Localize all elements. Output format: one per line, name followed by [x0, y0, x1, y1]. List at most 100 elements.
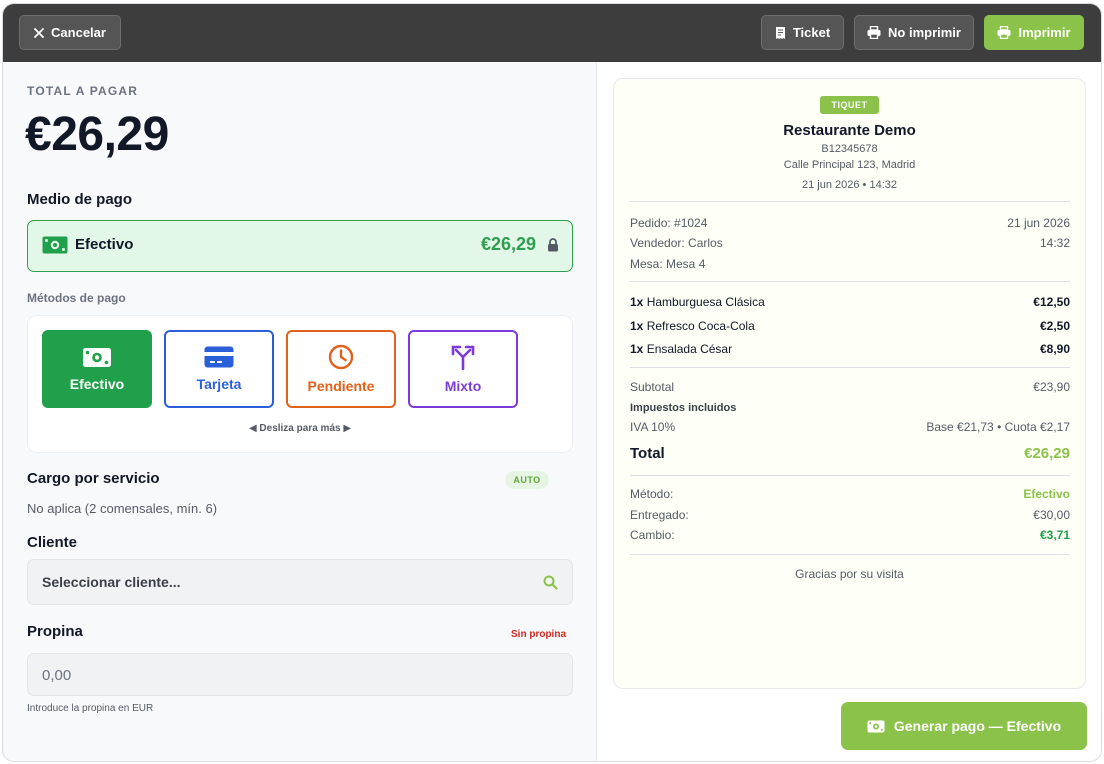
method-pending-button[interactable]: Pendiente	[286, 330, 396, 408]
generate-payment-button[interactable]: Generar pago — Efectivo	[841, 702, 1087, 750]
method-cash-button[interactable]: Efectivo	[42, 330, 152, 408]
payment-panel: TOTAL A PAGAR €26,29 Medio de pago Efect…	[3, 62, 597, 761]
method-label: Pendiente	[307, 378, 375, 394]
payment-methods: Efectivo Tarjeta Pendiente Mixto ◀ Desli…	[27, 315, 573, 453]
receipt-panel: TIQUET Restaurante Demo B12345678 Calle …	[597, 62, 1101, 761]
cash-icon	[83, 347, 111, 367]
payment-modal: Cancelar Ticket No imprimir Imprimir TOT…	[2, 3, 1102, 762]
order-date: 21 jun 2026	[1007, 216, 1070, 230]
subtotal-value: €23,90	[1033, 380, 1070, 394]
cancel-button[interactable]: Cancelar	[19, 15, 121, 50]
client-title: Cliente	[27, 534, 78, 551]
print-button[interactable]: Imprimir	[984, 15, 1084, 50]
total-row: Total €26,29	[630, 445, 1070, 462]
item-qty: 1x	[630, 319, 644, 333]
divider	[630, 281, 1070, 282]
item-name: Ensalada César	[646, 342, 733, 356]
thanks-message: Gracias por su visita	[795, 567, 904, 581]
ticket-button[interactable]: Ticket	[761, 15, 844, 50]
tip-hint: Introduce la propina en EUR	[27, 703, 154, 714]
delivered-label: Entregado:	[630, 508, 689, 522]
search-icon[interactable]	[543, 575, 558, 590]
divider	[630, 201, 1070, 202]
print-button-label: Imprimir	[1018, 25, 1071, 40]
receipt-icon	[775, 26, 785, 39]
item-qty: 1x	[630, 342, 644, 356]
receipt-item: 1x Hamburguesa Clásica €12,50	[630, 295, 1070, 309]
clock-icon	[328, 344, 354, 370]
receipt-total-label: Total	[630, 445, 665, 462]
total-label: TOTAL A PAGAR	[27, 84, 139, 98]
iva-label: IVA 10%	[630, 420, 676, 434]
item-name: Hamburguesa Clásica	[646, 295, 765, 309]
cancel-button-label: Cancelar	[51, 25, 106, 40]
divider	[630, 367, 1070, 368]
client-placeholder: Seleccionar cliente...	[42, 574, 181, 590]
no-print-button-label: No imprimir	[888, 25, 961, 40]
iva-row: IVA 10% Base €21,73 • Cuota €2,17	[630, 420, 1070, 434]
order-row: Pedido: #1024 21 jun 2026	[630, 216, 1070, 230]
receipt-badge: TIQUET	[820, 96, 879, 114]
method-label: Efectivo	[69, 375, 125, 392]
no-print-button[interactable]: No imprimir	[854, 15, 974, 50]
generate-payment-label: Generar pago — Efectivo	[893, 718, 1062, 734]
table-number: Mesa: Mesa 4	[630, 257, 706, 271]
address: Calle Principal 123, Madrid	[783, 159, 916, 171]
method-label: Tarjeta	[196, 376, 242, 392]
method-label: Mixto	[444, 378, 482, 394]
taxes-label: Impuestos incluidos	[630, 402, 737, 414]
delivered-value: €30,00	[1033, 508, 1070, 522]
ticket-button-label: Ticket	[792, 25, 831, 40]
tip-input[interactable]: 0,00	[27, 653, 573, 696]
change-row: Cambio: €3,71	[630, 528, 1070, 542]
subtotal-label: Subtotal	[630, 380, 675, 394]
seller-row: Vendedor: Carlos 14:32	[630, 236, 1070, 250]
card-icon	[204, 346, 234, 368]
total-amount: €26,29	[25, 108, 169, 161]
item-qty: 1x	[630, 295, 644, 309]
seller: Vendedor: Carlos	[630, 236, 723, 250]
method-label: Método:	[630, 487, 674, 501]
divider	[630, 554, 1070, 555]
printer-icon	[997, 26, 1011, 39]
item-price: €2,50	[1039, 319, 1070, 333]
tax-id: B12345678	[821, 143, 878, 155]
tip-status: Sin propina	[511, 629, 566, 640]
selected-payment: Efectivo €26,29	[27, 220, 573, 272]
payment-medium-title: Medio de pago	[27, 191, 132, 208]
receipt-item: 1x Refresco Coca-Cola €2,50	[630, 319, 1070, 333]
printer-icon	[867, 26, 881, 39]
method-card-button[interactable]: Tarjeta	[164, 330, 274, 408]
restaurant-name: Restaurante Demo	[783, 122, 916, 139]
lock-icon	[548, 238, 558, 252]
client-select[interactable]: Seleccionar cliente...	[27, 559, 573, 605]
change-label: Cambio:	[630, 528, 675, 542]
order-number: Pedido: #1024	[630, 216, 708, 230]
swipe-hint: ◀ Desliza para más ▶	[248, 423, 352, 434]
item-price: €8,90	[1039, 342, 1070, 356]
service-charge-title: Cargo por servicio	[27, 470, 160, 487]
taxes-row: Impuestos incluidos	[630, 402, 1070, 414]
receipt-datetime: 21 jun 2026 • 14:32	[802, 179, 897, 191]
tip-value: 0,00	[42, 667, 72, 684]
selected-payment-amount: €26,29	[480, 234, 536, 254]
receipt-total-value: €26,29	[1024, 445, 1070, 462]
table-row: Mesa: Mesa 4	[630, 257, 1070, 271]
service-charge-note: No aplica (2 comensales, mín. 6)	[27, 501, 218, 516]
item-price: €12,50	[1033, 295, 1070, 309]
methods-title: Métodos de pago	[27, 291, 126, 305]
selected-payment-name: Efectivo	[75, 236, 134, 253]
receipt-item: 1x Ensalada César €8,90	[630, 342, 1070, 356]
method-value: Efectivo	[1023, 487, 1070, 501]
top-bar: Cancelar Ticket No imprimir Imprimir	[3, 4, 1101, 62]
tip-title: Propina	[27, 623, 83, 640]
delivered-row: Entregado: €30,00	[630, 508, 1070, 522]
cash-icon	[42, 236, 68, 254]
divider	[630, 475, 1070, 476]
cash-icon	[867, 720, 885, 732]
subtotal-row: Subtotal €23,90	[630, 380, 1070, 394]
split-icon	[451, 345, 475, 370]
order-time: 14:32	[1039, 236, 1070, 250]
method-mixed-button[interactable]: Mixto	[408, 330, 518, 408]
close-icon	[34, 27, 44, 38]
